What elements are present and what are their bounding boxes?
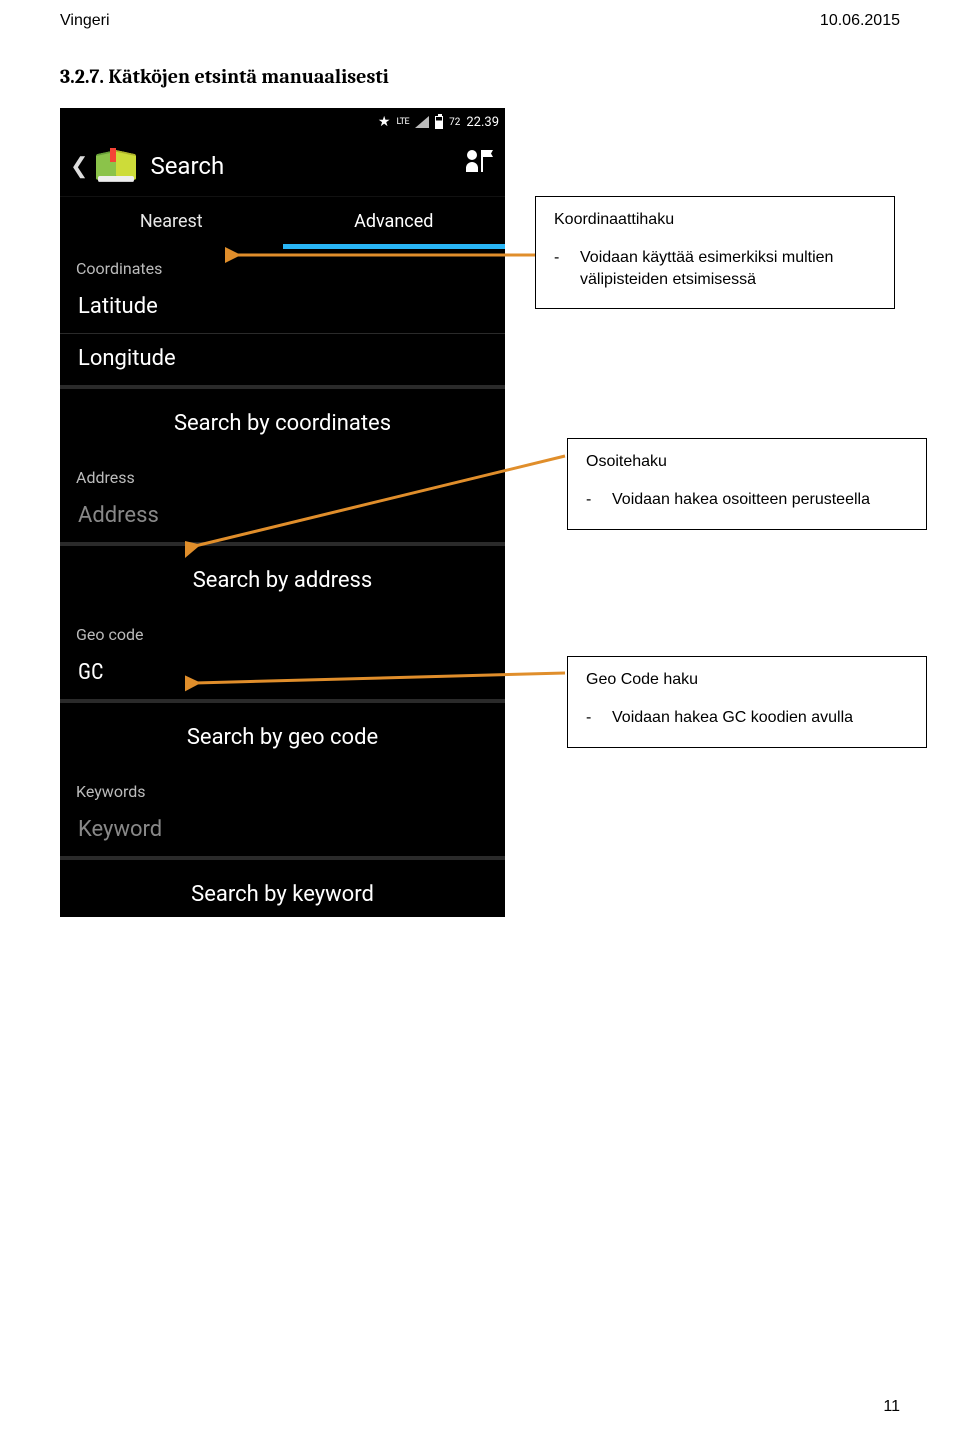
phone-screenshot: ★ LTE 72 22.39 ❮ Search Nearest Advanced… bbox=[60, 108, 505, 917]
label-address: Address bbox=[60, 458, 505, 491]
callout-body: Voidaan käyttää esimerkiksi multien väli… bbox=[580, 247, 876, 290]
battery-percent: 72 bbox=[449, 117, 460, 128]
label-geocode: Geo code bbox=[60, 615, 505, 648]
lte-label: LTE bbox=[396, 117, 409, 127]
page-header: Vingeri 10.06.2015 bbox=[0, 0, 960, 30]
header-right: 10.06.2015 bbox=[820, 12, 900, 30]
callouts-area: Koordinaattihaku Voidaan käyttää esimerk… bbox=[505, 108, 910, 917]
callout-title: Osoitehaku bbox=[586, 453, 908, 471]
input-address[interactable]: Address bbox=[60, 491, 505, 542]
label-coordinates: Coordinates bbox=[60, 249, 505, 282]
star-icon: ★ bbox=[378, 114, 391, 130]
battery-icon bbox=[435, 116, 443, 129]
button-search-geocode[interactable]: Search by geo code bbox=[60, 703, 505, 772]
signal-icon bbox=[415, 116, 429, 128]
button-search-coordinates[interactable]: Search by coordinates bbox=[60, 389, 505, 458]
callout-title: Koordinaattihaku bbox=[554, 211, 876, 229]
header-left: Vingeri bbox=[60, 12, 110, 30]
app-title: Search bbox=[150, 152, 224, 180]
callout-title: Geo Code haku bbox=[586, 671, 908, 689]
status-bar: ★ LTE 72 22.39 bbox=[60, 108, 505, 136]
callout-koordinaattihaku: Koordinaattihaku Voidaan käyttää esimerk… bbox=[535, 196, 895, 309]
app-logo-icon bbox=[96, 146, 136, 186]
callout-osoitehaku: Osoitehaku Voidaan hakea osoitteen perus… bbox=[567, 438, 927, 530]
button-search-keyword[interactable]: Search by keyword bbox=[60, 860, 505, 917]
callout-body: Voidaan hakea osoitteen perusteella bbox=[612, 489, 908, 511]
callout-geocode: Geo Code haku Voidaan hakea GC koodien a… bbox=[567, 656, 927, 748]
user-flag-icon[interactable] bbox=[463, 150, 493, 180]
tab-nearest[interactable]: Nearest bbox=[60, 197, 283, 249]
back-icon[interactable]: ❮ bbox=[70, 154, 88, 179]
input-longitude[interactable]: Longitude bbox=[60, 334, 505, 385]
input-geocode[interactable]: GC bbox=[60, 648, 505, 699]
app-header: ❮ Search bbox=[60, 136, 505, 196]
tab-advanced[interactable]: Advanced bbox=[283, 197, 506, 249]
page-number: 11 bbox=[883, 1398, 900, 1416]
clock: 22.39 bbox=[466, 115, 499, 130]
input-keyword[interactable]: Keyword bbox=[60, 805, 505, 856]
label-keywords: Keywords bbox=[60, 772, 505, 805]
tabs: Nearest Advanced bbox=[60, 196, 505, 249]
section-heading: 3.2.7. Kätköjen etsintä manuaalisesti bbox=[0, 30, 960, 108]
button-search-address[interactable]: Search by address bbox=[60, 546, 505, 615]
callout-body: Voidaan hakea GC koodien avulla bbox=[612, 707, 908, 729]
input-latitude[interactable]: Latitude bbox=[60, 282, 505, 333]
